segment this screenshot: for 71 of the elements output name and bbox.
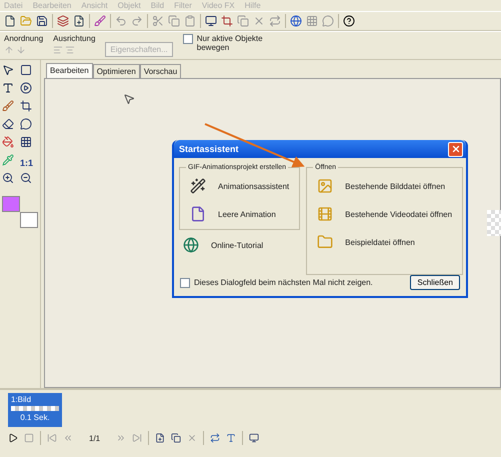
dialog-option[interactable]: Beispieldatei öffnen bbox=[313, 231, 456, 253]
checkbox[interactable] bbox=[182, 34, 193, 44]
transparent-pattern bbox=[487, 210, 501, 236]
paste-icon[interactable] bbox=[184, 15, 196, 27]
loop-icon[interactable] bbox=[210, 433, 220, 443]
select-icon[interactable] bbox=[20, 64, 32, 76]
toolbar-label: Ausrichtung bbox=[53, 34, 96, 43]
save-icon[interactable] bbox=[36, 15, 48, 27]
background-swatch[interactable] bbox=[20, 212, 38, 228]
text-tool-icon[interactable] bbox=[2, 82, 14, 94]
zoom-ratio[interactable]: 1:1 bbox=[20, 154, 36, 172]
dialog-title: Startassistent bbox=[179, 144, 239, 154]
copy-icon[interactable] bbox=[168, 15, 180, 27]
grid-icon[interactable] bbox=[20, 136, 32, 148]
loop-icon[interactable] bbox=[269, 15, 281, 27]
dialog-option[interactable]: Online-Tutorial bbox=[179, 234, 300, 256]
video-icon bbox=[317, 206, 334, 222]
next-icon[interactable] bbox=[116, 433, 126, 443]
play-tool-icon[interactable] bbox=[20, 82, 32, 94]
add-frame-icon[interactable] bbox=[155, 433, 166, 443]
new-file-icon[interactable] bbox=[4, 15, 16, 27]
brush-icon[interactable] bbox=[2, 100, 14, 112]
checkbox-label: Dieses Dialogfeld beim nächsten Mal nicht zeigen. bbox=[194, 278, 373, 286]
undo-icon[interactable] bbox=[115, 15, 127, 27]
previous-icon[interactable] bbox=[63, 433, 73, 443]
cut-icon[interactable] bbox=[152, 15, 164, 27]
close-icon bbox=[450, 144, 460, 154]
preview-icon[interactable] bbox=[249, 433, 260, 443]
checkbox-label: Nur aktive Objekte bewegen bbox=[196, 34, 264, 52]
duplicate-icon[interactable] bbox=[237, 15, 249, 27]
sample-icon bbox=[317, 234, 334, 250]
redo-icon[interactable] bbox=[131, 15, 143, 27]
monitor-icon[interactable] bbox=[205, 15, 217, 27]
blank-icon bbox=[190, 206, 206, 222]
web-icon bbox=[183, 237, 199, 253]
close-button[interactable] bbox=[448, 142, 463, 156]
dialog-option[interactable]: Bestehende Bilddatei öffnen bbox=[313, 175, 456, 197]
dialog-option[interactable]: Bestehende Videodatei öffnen bbox=[313, 203, 456, 225]
wizard-icon bbox=[190, 178, 206, 194]
frame-thumbnail[interactable]: 1:Bild 0.1 Sek. bbox=[8, 393, 62, 427]
dialog-option[interactable]: Leere Animation bbox=[186, 203, 294, 225]
toolbar-label: Anordnung bbox=[4, 34, 44, 43]
last-frame-icon[interactable] bbox=[132, 433, 142, 443]
frame-counter: 1/1 bbox=[89, 434, 100, 442]
zoom-out-icon[interactable] bbox=[20, 172, 32, 184]
help-icon[interactable] bbox=[343, 15, 355, 27]
play-icon[interactable] bbox=[8, 433, 18, 443]
comment-icon[interactable] bbox=[322, 15, 334, 27]
pipette-icon[interactable] bbox=[2, 154, 14, 166]
speech-bubble-icon[interactable] bbox=[20, 118, 32, 130]
text-icon[interactable] bbox=[226, 433, 236, 443]
stop-icon[interactable] bbox=[24, 433, 34, 443]
checkbox[interactable] bbox=[180, 278, 190, 288]
pointer-icon[interactable] bbox=[2, 64, 14, 76]
fill-icon[interactable] bbox=[2, 136, 14, 148]
dialog-option[interactable]: Animationsassistent bbox=[186, 175, 294, 197]
image-icon bbox=[317, 178, 334, 194]
tab[interactable]: Vorschau bbox=[140, 64, 182, 78]
tab[interactable]: Bearbeiten bbox=[46, 63, 93, 78]
first-frame-icon[interactable] bbox=[47, 433, 57, 443]
delete-icon[interactable] bbox=[253, 15, 265, 27]
duplicate-frame-icon[interactable] bbox=[171, 433, 182, 443]
eraser-icon[interactable] bbox=[2, 118, 14, 130]
close-dialog-button[interactable]: Schließen bbox=[410, 275, 460, 290]
tab[interactable]: Optimieren bbox=[92, 64, 140, 78]
zoom-in-icon[interactable] bbox=[2, 172, 14, 184]
globe-icon[interactable] bbox=[290, 15, 302, 27]
cursor-icon bbox=[123, 93, 135, 105]
foreground-swatch[interactable] bbox=[2, 196, 20, 212]
crop-icon[interactable] bbox=[221, 15, 233, 27]
delete-frame-icon[interactable] bbox=[187, 433, 198, 443]
